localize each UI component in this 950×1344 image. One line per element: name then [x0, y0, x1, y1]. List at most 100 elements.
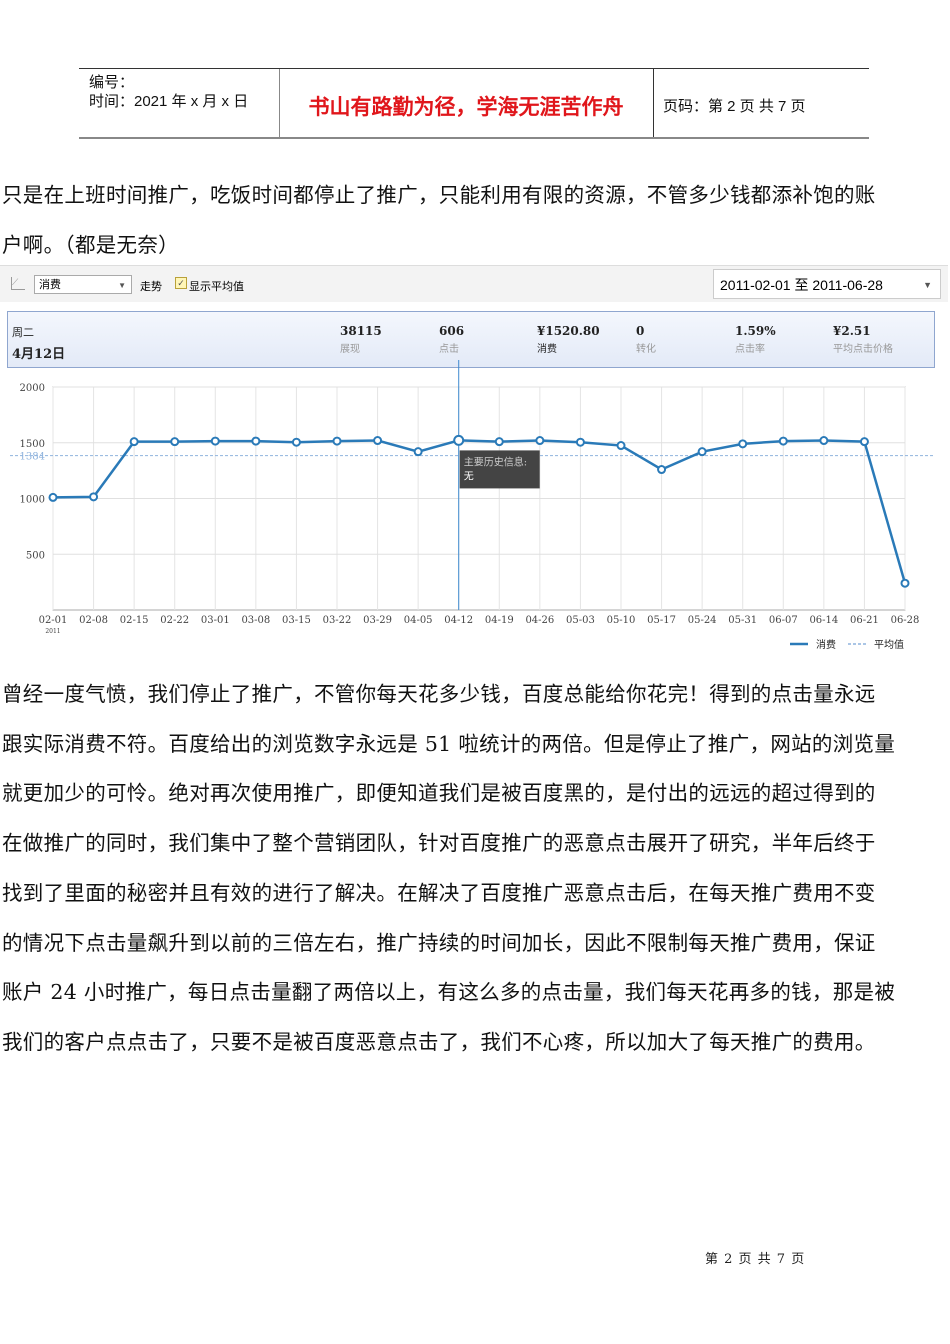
page-header: 编号： 时间：2021 年 x 月 x 日 书山有路勤为径，学海无涯苦作舟 页码：…	[79, 68, 869, 139]
x-tick-label: 02-08	[79, 615, 108, 626]
data-point	[494, 437, 504, 447]
stat-impressions: 38115 展现	[340, 324, 382, 355]
metric-select-value: 消费	[39, 279, 61, 291]
date-range-value: 2011-02-01 至 2011-06-28	[720, 277, 883, 293]
show-average-checkbox[interactable]: ✓	[175, 277, 187, 289]
x-tick-label: 06-07	[769, 615, 798, 626]
metric-select[interactable]: 消费 ▼	[34, 275, 132, 294]
data-point	[453, 434, 465, 446]
stat-ctr: 1.59% 点击率	[735, 324, 776, 355]
average-label: 1384	[20, 452, 45, 463]
paragraph-line: 曾经一度气愤，我们停止了推广，不管你每天花多少钱，百度总能给你花完！得到的点击量…	[2, 682, 876, 706]
tooltip-body: 无	[464, 471, 474, 482]
data-point	[413, 447, 423, 457]
stat-conversions: 0 转化	[636, 324, 656, 355]
chart-icon: ⟋	[11, 277, 25, 290]
show-average-label: 显示平均值	[189, 281, 244, 293]
stat-label: 转化	[636, 344, 656, 355]
page-number-label: 页码：第 2 页 共 7 页	[663, 98, 806, 115]
x-tick-label: 03-08	[241, 615, 270, 626]
x-tick-label: 03-29	[363, 615, 392, 626]
x-tick-label: 06-28	[891, 615, 920, 626]
x-tick-label: 04-19	[485, 615, 514, 626]
divider	[653, 69, 654, 137]
data-point	[535, 436, 545, 446]
y-tick-label: 1500	[20, 439, 45, 450]
stat-value: 38115	[340, 324, 382, 338]
x-tick-label: 04-26	[525, 615, 554, 626]
x-tick-label: 04-05	[404, 615, 433, 626]
stat-label: 平均点击价格	[833, 344, 893, 355]
stat-value: 606	[439, 324, 465, 338]
paragraph-line: 账户 24 小时推广，每日点击量翻了两倍以上，有这么多的点击量，我们每天花再多的…	[2, 980, 896, 1005]
header-motto: 书山有路勤为径，学海无涯苦作舟	[308, 96, 624, 119]
x-tick-label: 02-15	[120, 615, 149, 626]
x-tick-label: 02-22	[160, 615, 189, 626]
stat-value: 1.59%	[735, 324, 776, 338]
day-label: 周二	[12, 326, 34, 339]
data-point	[332, 436, 342, 446]
data-point	[657, 465, 667, 475]
x-tick-label: 04-12	[444, 615, 473, 626]
data-point	[291, 437, 301, 447]
data-point	[129, 437, 139, 447]
paragraph-line: 只是在上班时间推广，吃饭时间都停止了推广，只能利用有限的资源，不管多少钱都添补饱…	[2, 183, 876, 207]
chart-toolbar: ⟋ 消费 ▼ 走势 ✓ 显示平均值 2011-02-01 至 2011-06-28…	[0, 266, 948, 302]
paragraph-line: 在做推广的同时，我们集中了整个营销团队，针对百度推广的恶意点击展开了研究，半年后…	[2, 831, 876, 856]
x-tick-label: 05-31	[728, 615, 757, 626]
data-point	[697, 447, 707, 457]
data-point	[859, 437, 869, 447]
x-tick-label: 02-01	[39, 615, 68, 626]
data-point	[89, 492, 99, 502]
date-range-picker[interactable]: 2011-02-01 至 2011-06-28 ▼	[713, 269, 941, 299]
data-point	[778, 436, 788, 446]
x-tick-label: 05-10	[607, 615, 636, 626]
legend-label-cost: 消费	[816, 638, 836, 651]
x-tick-label: 06-14	[809, 615, 838, 626]
number-label: 编号：	[89, 74, 135, 91]
data-point	[251, 436, 261, 446]
y-tick-label: 500	[26, 550, 45, 561]
stat-label: 展现	[340, 344, 360, 355]
header-meta: 编号： 时间：2021 年 x 月 x 日	[89, 73, 248, 111]
paragraph-line: 户啊。（都是无奈）	[2, 233, 179, 257]
data-point	[575, 437, 585, 447]
x-tick-label: 03-15	[282, 615, 311, 626]
stat-value: ¥1520.80	[537, 324, 600, 338]
x-tick-label: 05-24	[688, 615, 717, 626]
document-page: 编号： 时间：2021 年 x 月 x 日 书山有路勤为径，学海无涯苦作舟 页码：…	[0, 0, 950, 1344]
x-tick-label: 03-01	[201, 615, 230, 626]
data-point	[819, 436, 829, 446]
data-point	[616, 441, 626, 451]
x-tick-label: 05-03	[566, 615, 595, 626]
time-label: 时间：2021 年 x 月 x 日	[89, 93, 249, 110]
paragraph-line: 找到了里面的秘密并且有效的进行了解决。在解决了百度推广恶意点击后，在每天推广费用…	[2, 880, 876, 905]
data-point	[900, 578, 910, 588]
data-point	[170, 437, 180, 447]
stat-avg-cpc: ¥2.51 平均点击价格	[833, 324, 893, 355]
tooltip-title: 主要历史信息:	[464, 455, 527, 468]
stat-clicks: 606 点击	[439, 324, 464, 355]
page-footer: 第 2 页 共 7 页	[705, 1252, 806, 1267]
x-year-label: 2011	[45, 628, 60, 635]
y-tick-label: 2000	[20, 383, 45, 394]
x-tick-label: 06-21	[850, 615, 879, 626]
stat-label: 点击	[439, 344, 459, 355]
data-point	[738, 439, 748, 449]
stat-value: ¥2.51	[833, 324, 871, 338]
chevron-down-icon: ▼	[923, 280, 932, 290]
stat-label: 点击率	[735, 344, 765, 355]
y-tick-label: 1000	[20, 495, 45, 506]
paragraph-line: 我们的客户点点击了，只要不是被百度恶意点击了，我们不心疼，所以加大了每天推广的费…	[2, 1029, 876, 1054]
chevron-down-icon: ▼	[118, 281, 126, 290]
line-chart: 02-01 02-08 02-15 02-22 03-01 03-08 03-15 03-22…	[10, 360, 935, 651]
data-point	[373, 436, 383, 446]
stat-cost: ¥1520.80 消费	[537, 324, 600, 355]
stat-value: 0	[636, 324, 645, 338]
x-tick-label: 03-22	[323, 615, 352, 626]
stat-day: 周二 4月12日	[12, 324, 65, 362]
stat-label: 消费	[537, 344, 557, 355]
paragraph-line: 就更加少的可怜。绝对再次使用推广，即便知道我们是被百度黑的，是付出的远远的超过得…	[2, 781, 876, 806]
tooltip	[459, 450, 540, 489]
paragraph-line: 跟实际消费不符。百度给出的浏览数字永远是 51 啦统计的两倍。但是停止了推广，网…	[2, 731, 896, 756]
